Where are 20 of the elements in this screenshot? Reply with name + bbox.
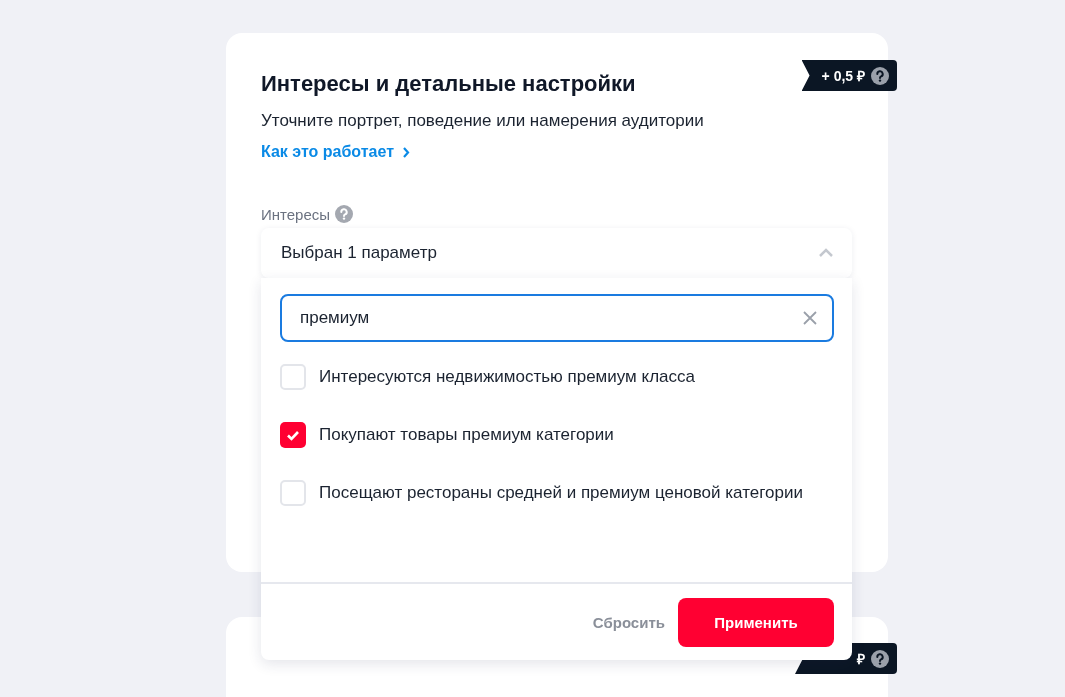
checkbox[interactable] [280,422,306,448]
check-icon [286,429,300,441]
interests-select[interactable]: Выбран 1 параметр [261,228,852,278]
option-label[interactable]: Покупают товары премиум категории [319,425,614,445]
card-title: Интересы и детальные настройки [261,70,636,98]
apply-button[interactable]: Применить [678,597,834,647]
checkbox[interactable] [280,480,306,506]
chevron-icon [818,248,834,258]
option-label[interactable]: Интересуются недвижимостью премиум класса [319,367,695,387]
card-subtitle: Уточните портрет, поведение или намерения аудитории [261,111,705,131]
field-label: Интересы [261,205,331,223]
chevron-right-icon [401,146,410,158]
option-label[interactable]: Посещают рестораны средней и премиум ценовой категории [319,483,803,503]
help-icon[interactable] [871,66,889,85]
help-icon[interactable] [871,649,889,668]
price-badge: + 0,5 ₽ [801,60,897,91]
how-it-works-link[interactable]: Как это работает [261,143,410,161]
close-icon[interactable] [802,310,818,326]
checkbox[interactable] [280,364,306,390]
search-field[interactable]: премиум [280,294,834,342]
